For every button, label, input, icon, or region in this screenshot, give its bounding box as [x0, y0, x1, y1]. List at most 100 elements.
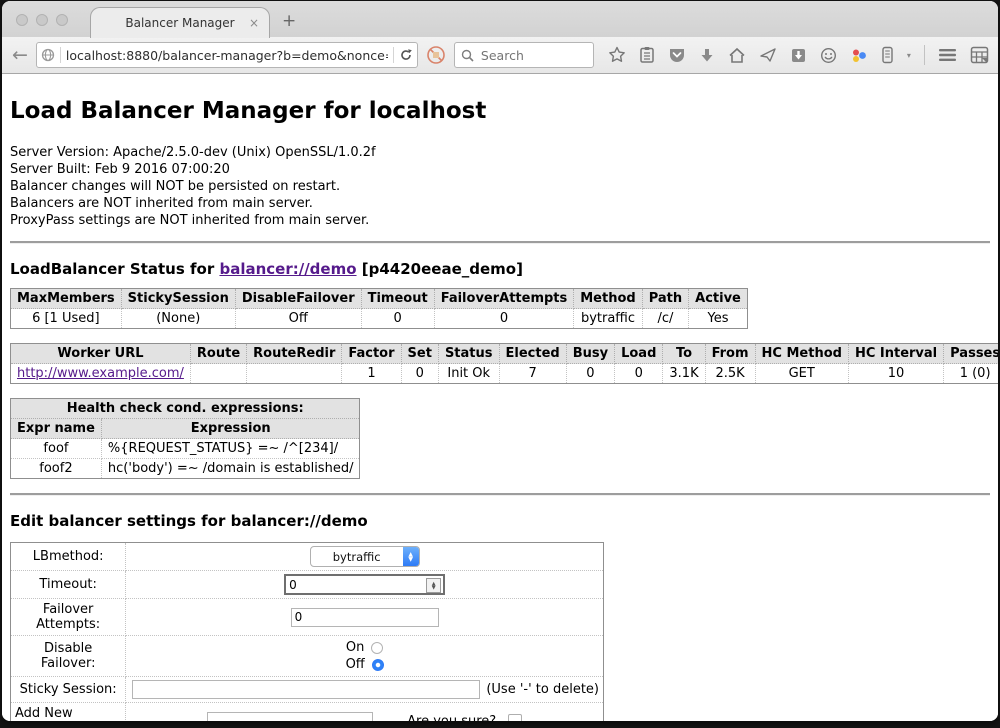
globe-icon	[41, 48, 55, 62]
feedback-smiley-icon[interactable]	[820, 47, 837, 64]
proxypass-note-line: ProxyPass settings are NOT inherited fro…	[10, 212, 990, 229]
sticky-session-input[interactable]	[132, 680, 480, 699]
failover-attempts-input[interactable]	[291, 608, 439, 627]
col-timeout: Timeout	[361, 289, 434, 309]
browser-window: Balancer Manager × + ← localhost:8880/ba…	[2, 1, 998, 721]
table-header-row: Expr name Expression	[11, 419, 360, 439]
server-info: Server Version: Apache/2.5.0-dev (Unix) …	[10, 144, 990, 229]
worker-url-link[interactable]: http://www.example.com/	[17, 366, 184, 381]
divider	[10, 241, 990, 244]
status-heading: LoadBalancer Status for balancer://demo …	[10, 260, 990, 278]
search-icon	[461, 49, 474, 62]
col-path: Path	[642, 289, 688, 309]
server-version-line: Server Version: Apache/2.5.0-dev (Unix) …	[10, 144, 990, 161]
table-row: 6 [1 Used] (None) Off 0 0 bytraffic /c/ …	[11, 309, 748, 329]
disable-failover-off-radio[interactable]	[372, 659, 384, 671]
search-input[interactable]	[479, 47, 573, 64]
balancer-demo-link[interactable]: balancer://demo	[219, 260, 356, 278]
send-tab-icon[interactable]	[759, 47, 777, 63]
table-title-row: Health check cond. expressions:	[11, 399, 360, 419]
timeout-input[interactable]	[284, 574, 445, 595]
extension-colordots-icon[interactable]	[850, 47, 868, 64]
inherit-note-line: Balancers are NOT inherited from main se…	[10, 195, 990, 212]
select-stepper-icon: ▲▼	[403, 547, 419, 566]
sticky-session-row: Sticky Session: (Use '-' to delete)	[11, 677, 604, 703]
confirm-label: Are you sure?	[407, 714, 496, 722]
hc-row: foof2 hc('body') =~ /domain is establish…	[11, 459, 360, 479]
home-icon[interactable]	[728, 47, 746, 64]
status-heading-suffix: [p4420eeae_demo]	[357, 260, 523, 278]
nav-toolbar: ← localhost:8880/balancer-manager?b=demo…	[2, 37, 998, 74]
lbmethod-selected-value: bytraffic	[311, 550, 403, 564]
failover-attempts-row: Failover Attempts:	[11, 599, 604, 636]
tab-balancer-manager[interactable]: Balancer Manager ×	[90, 7, 270, 38]
reading-list-icon[interactable]	[639, 46, 655, 64]
worker-table: Worker URL Route RouteRedir Factor Set S…	[10, 343, 998, 384]
disable-failover-label: Disable Failover:	[11, 636, 126, 677]
add-worker-input[interactable]	[207, 712, 373, 722]
radio-on-label: On	[346, 639, 364, 656]
lbmethod-row: LBmethod: bytraffic ▲▼	[11, 543, 604, 571]
col-maxmembers: MaxMembers	[11, 289, 122, 309]
table-header-row: Worker URL Route RouteRedir Factor Set S…	[11, 344, 999, 364]
close-window-button[interactable]	[16, 14, 28, 26]
col-stickysession: StickySession	[121, 289, 235, 309]
health-check-table: Health check cond. expressions: Expr nam…	[10, 398, 360, 479]
zoom-window-button[interactable]	[56, 14, 68, 26]
tab-title: Balancer Manager	[125, 16, 234, 30]
save-page-icon[interactable]	[790, 47, 807, 64]
container-tabs-icon[interactable]	[881, 46, 894, 64]
page-content: Load Balancer Manager for localhost Serv…	[2, 74, 998, 721]
disable-failover-row: Disable Failover: On Off	[11, 636, 604, 677]
confirm-checkbox[interactable]	[508, 714, 522, 721]
status-heading-prefix: LoadBalancer Status for	[10, 260, 219, 278]
col-method: Method	[574, 289, 642, 309]
col-expr-name: Expr name	[11, 419, 102, 439]
script-blocked-icon[interactable]	[426, 45, 446, 65]
chevron-down-icon[interactable]: ▾	[907, 51, 911, 60]
persist-note-line: Balancer changes will NOT be persisted o…	[10, 178, 990, 195]
col-disablefailover: DisableFailover	[235, 289, 361, 309]
close-tab-icon[interactable]: ×	[249, 16, 259, 30]
lbmethod-select[interactable]: bytraffic ▲▼	[310, 546, 420, 567]
sticky-session-label: Sticky Session:	[11, 677, 126, 703]
downloads-icon[interactable]	[699, 47, 715, 64]
back-icon[interactable]: ←	[12, 46, 28, 65]
col-worker-url: Worker URL	[11, 344, 191, 364]
number-stepper-icon[interactable]: ▲▼	[426, 578, 441, 593]
bookmark-star-icon[interactable]	[608, 46, 626, 64]
disable-failover-on-radio[interactable]	[371, 642, 383, 654]
server-built-line: Server Built: Feb 9 2016 07:00:20	[10, 161, 990, 178]
col-expression: Expression	[101, 419, 360, 439]
col-failoverattempts: FailoverAttempts	[434, 289, 574, 309]
col-active: Active	[689, 289, 748, 309]
add-worker-label: Add New Worker:	[11, 703, 126, 722]
urlbar-divider	[60, 47, 61, 63]
add-worker-row: Add New Worker: Are you sure?	[11, 703, 604, 722]
hc-row: foof %{REQUEST_STATUS} =~ /^[234]/	[11, 439, 360, 459]
divider	[10, 493, 990, 496]
sticky-session-note: (Use '-' to delete)	[486, 682, 599, 697]
sidebar-grid-icon[interactable]	[970, 46, 989, 64]
minimize-window-button[interactable]	[36, 14, 48, 26]
failover-attempts-label: Failover Attempts:	[11, 599, 126, 636]
edit-settings-heading: Edit balancer settings for balancer://de…	[10, 512, 990, 530]
search-bar[interactable]	[454, 42, 594, 68]
urlbar-divider	[393, 47, 394, 63]
worker-row: http://www.example.com/ 1 0 Init Ok 7 0 …	[11, 364, 999, 384]
menu-hamburger-icon[interactable]	[938, 48, 957, 62]
hc-table-title: Health check cond. expressions:	[11, 399, 360, 419]
toolbar-divider	[924, 45, 925, 65]
reload-icon[interactable]	[399, 48, 413, 62]
balancer-status-table: MaxMembers StickySession DisableFailover…	[10, 288, 748, 329]
pocket-icon[interactable]	[668, 47, 686, 64]
new-tab-button[interactable]: +	[282, 11, 296, 31]
balancer-settings-form: LBmethod: bytraffic ▲▼ Timeout: ▲▼	[10, 542, 604, 721]
url-text[interactable]: localhost:8880/balancer-manager?b=demo&n…	[66, 48, 388, 63]
url-bar[interactable]: localhost:8880/balancer-manager?b=demo&n…	[36, 42, 418, 68]
lbmethod-label: LBmethod:	[11, 543, 126, 571]
window-controls	[16, 14, 68, 26]
timeout-row: Timeout: ▲▼	[11, 571, 604, 599]
page-title: Load Balancer Manager for localhost	[10, 98, 990, 124]
tab-bar: Balancer Manager × +	[2, 1, 998, 37]
